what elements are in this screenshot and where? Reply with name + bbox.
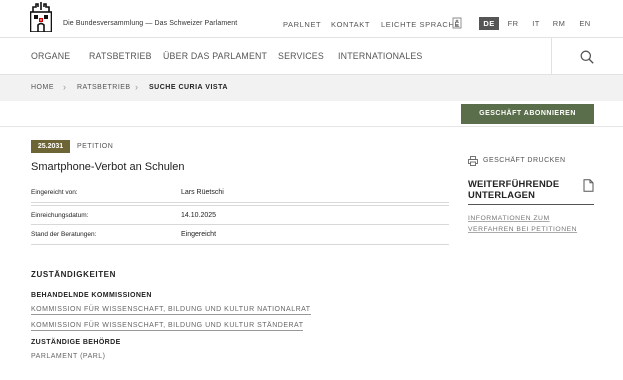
nav-item-organe[interactable]: ORGANE <box>31 51 70 61</box>
business-type: PETITION <box>77 143 114 150</box>
committee-link-national-council[interactable]: KOMMISSION FÜR WISSENSCHAFT, BILDUNG UND… <box>31 306 311 315</box>
breadcrumb-current: SUCHE CURIA VISTA <box>149 84 228 91</box>
top-link-parlnet[interactable]: PARLNET <box>283 20 321 29</box>
top-link-kontakt[interactable]: KONTAKT <box>331 20 370 29</box>
committees-title: BEHANDELNDE KOMMISSIONEN <box>31 292 152 299</box>
lang-fr[interactable]: FR <box>507 17 519 30</box>
meta-label: Einreichungsdatum: <box>31 212 89 219</box>
divider <box>468 204 594 205</box>
meta-label: Eingereicht von: <box>31 189 78 196</box>
site-title: Die Bundesversammlung — Das Schweizer Pa… <box>63 20 238 27</box>
subscribe-button[interactable]: GESCHÄFT ABONNIEREN <box>461 104 594 124</box>
meta-row-submission-date: Einreichungsdatum: 14.10.2025 <box>31 205 449 225</box>
chevron-right-icon: › <box>135 82 138 92</box>
meta-row-status: Stand der Beratungen: Eingereicht <box>31 225 449 245</box>
action-row: GESCHÄFT ABONNIEREN <box>0 101 623 127</box>
nav-item-ueber-das-parlament[interactable]: ÜBER DAS PARLAMENT <box>163 51 267 61</box>
chevron-right-icon: › <box>63 82 66 92</box>
meta-value: Lars Rüetschi <box>181 189 224 196</box>
petition-procedure-link[interactable]: INFORMATIONEN ZUM VERFAHREN BEI PETITION… <box>468 213 594 235</box>
search-icon[interactable] <box>580 50 594 64</box>
main-navigation: ORGANE RATSBETRIEB ÜBER DAS PARLAMENT SE… <box>0 38 623 75</box>
nav-item-ratsbetrieb[interactable]: RATSBETRIEB <box>89 51 152 61</box>
parliament-logo-icon[interactable] <box>30 2 52 32</box>
meta-value: Eingereicht <box>181 231 217 238</box>
lang-de[interactable]: DE <box>479 17 499 30</box>
page-title: Smartphone-Verbot an Schulen <box>31 161 185 173</box>
nav-item-services[interactable]: SERVICES <box>278 51 324 61</box>
document-icon <box>583 179 594 192</box>
petition-procedure-link-label[interactable]: INFORMATIONEN ZUM VERFAHREN BEI PETITION… <box>468 215 577 233</box>
easy-language-icon[interactable] <box>452 17 462 29</box>
breadcrumb: HOME › RATSBETRIEB › SUCHE CURIA VISTA <box>0 75 623 101</box>
meta-row-submitted-by: Eingereicht von: Lars Rüetschi <box>31 183 449 203</box>
business-number-badge: 25.2031 <box>31 140 70 153</box>
authority-title: ZUSTÄNDIGE BEHÖRDE <box>31 339 121 346</box>
breadcrumb-ratsbetrieb[interactable]: RATSBETRIEB <box>77 84 131 91</box>
further-documents-title: WEITERFÜHRENDE UNTERLAGEN <box>468 178 560 200</box>
meta-value: 14.10.2025 <box>181 212 217 219</box>
lang-rm[interactable]: RM <box>552 17 566 30</box>
breadcrumb-home[interactable]: HOME <box>31 84 54 91</box>
top-bar: Die Bundesversammlung — Das Schweizer Pa… <box>0 0 623 38</box>
printer-icon[interactable] <box>468 156 478 166</box>
top-link-leichte-sprache[interactable]: LEICHTE SPRACHE <box>381 20 460 29</box>
print-business-link[interactable]: GESCHÄFT DRUCKEN <box>483 157 566 164</box>
authority-value: PARLAMENT (PARL) <box>31 353 106 360</box>
meta-label: Stand der Beratungen: <box>31 231 97 238</box>
committee-link-council-of-states[interactable]: KOMMISSION FÜR WISSENSCHAFT, BILDUNG UND… <box>31 322 304 331</box>
lang-it[interactable]: IT <box>530 17 542 30</box>
nav-divider <box>551 38 552 75</box>
lang-en[interactable]: EN <box>578 17 592 30</box>
nav-item-internationales[interactable]: INTERNATIONALES <box>338 51 422 61</box>
responsibilities-title: ZUSTÄNDIGKEITEN <box>31 270 116 279</box>
